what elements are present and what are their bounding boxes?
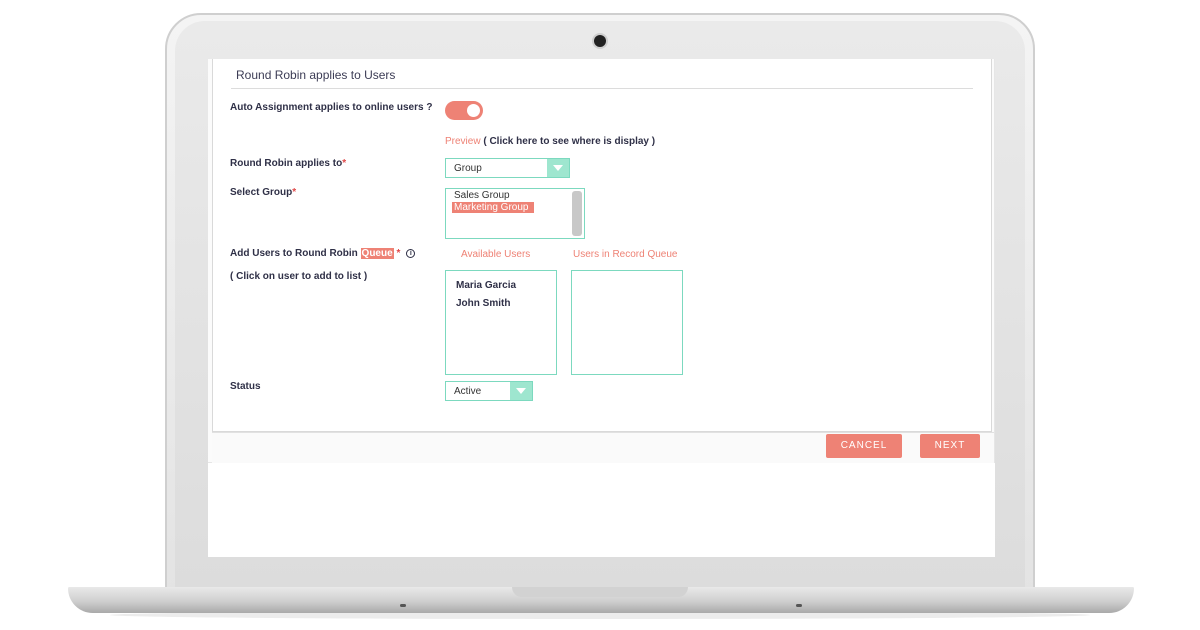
queue-users-list[interactable] bbox=[571, 270, 683, 375]
applies-to-label-text: Round Robin applies to bbox=[230, 158, 343, 169]
group-option-selected[interactable]: Marketing Group bbox=[452, 202, 534, 213]
preview-hint: ( Click here to see where is display ) bbox=[480, 136, 656, 147]
add-users-label: Add Users to Round Robin Queue * i bbox=[230, 248, 416, 259]
section-title: Round Robin applies to Users bbox=[236, 68, 396, 82]
user-item[interactable]: Maria Garcia bbox=[456, 280, 516, 291]
required-marker: * bbox=[342, 158, 347, 169]
next-button[interactable]: NEXT bbox=[920, 434, 980, 458]
select-group-label-text: Select Group bbox=[230, 187, 293, 198]
info-icon[interactable]: i bbox=[406, 248, 416, 258]
laptop-notch bbox=[512, 587, 688, 597]
cancel-button[interactable]: CANCEL bbox=[826, 434, 902, 458]
applies-to-value: Group bbox=[454, 163, 482, 174]
auto-assignment-toggle[interactable] bbox=[445, 101, 483, 120]
required-marker: * bbox=[393, 248, 401, 259]
form-panel: Round Robin applies to Users Auto Assign… bbox=[212, 59, 992, 432]
status-select[interactable]: Active bbox=[445, 381, 533, 401]
laptop-mockup: Round Robin applies to Users Auto Assign… bbox=[0, 0, 1200, 630]
chevron-down-icon[interactable] bbox=[547, 159, 569, 177]
divider bbox=[231, 88, 973, 89]
add-users-hint: ( Click on user to add to list ) bbox=[230, 271, 368, 282]
laptop-foot bbox=[796, 604, 802, 607]
camera-icon bbox=[594, 35, 606, 47]
group-listbox[interactable]: Sales Group Marketing Group bbox=[445, 188, 585, 239]
status-label: Status bbox=[230, 381, 261, 392]
status-value: Active bbox=[454, 386, 482, 397]
available-users-list[interactable]: Maria Garcia John Smith bbox=[445, 270, 557, 375]
chevron-down-icon[interactable] bbox=[510, 382, 532, 400]
preview-line: Preview ( Click here to see where is dis… bbox=[445, 136, 655, 147]
preview-link[interactable]: Preview bbox=[445, 136, 481, 147]
user-item[interactable]: John Smith bbox=[456, 298, 510, 309]
applies-to-label: Round Robin applies to* bbox=[230, 158, 346, 169]
auto-assignment-label: Auto Assignment applies to online users … bbox=[230, 102, 433, 113]
laptop-foot bbox=[400, 604, 406, 607]
required-marker: * bbox=[292, 187, 297, 198]
available-users-title: Available Users bbox=[461, 249, 531, 260]
toggle-knob bbox=[467, 104, 480, 117]
select-group-label: Select Group* bbox=[230, 187, 296, 198]
applies-to-select[interactable]: Group bbox=[445, 158, 570, 178]
queue-users-title: Users in Record Queue bbox=[573, 249, 678, 260]
app-screen: Round Robin applies to Users Auto Assign… bbox=[208, 59, 995, 557]
add-users-label-text: Add Users to Round Robin bbox=[230, 248, 361, 259]
queue-highlight: Queue bbox=[360, 248, 394, 259]
listbox-scrollbar[interactable] bbox=[572, 191, 582, 236]
group-option[interactable]: Sales Group bbox=[452, 190, 512, 201]
